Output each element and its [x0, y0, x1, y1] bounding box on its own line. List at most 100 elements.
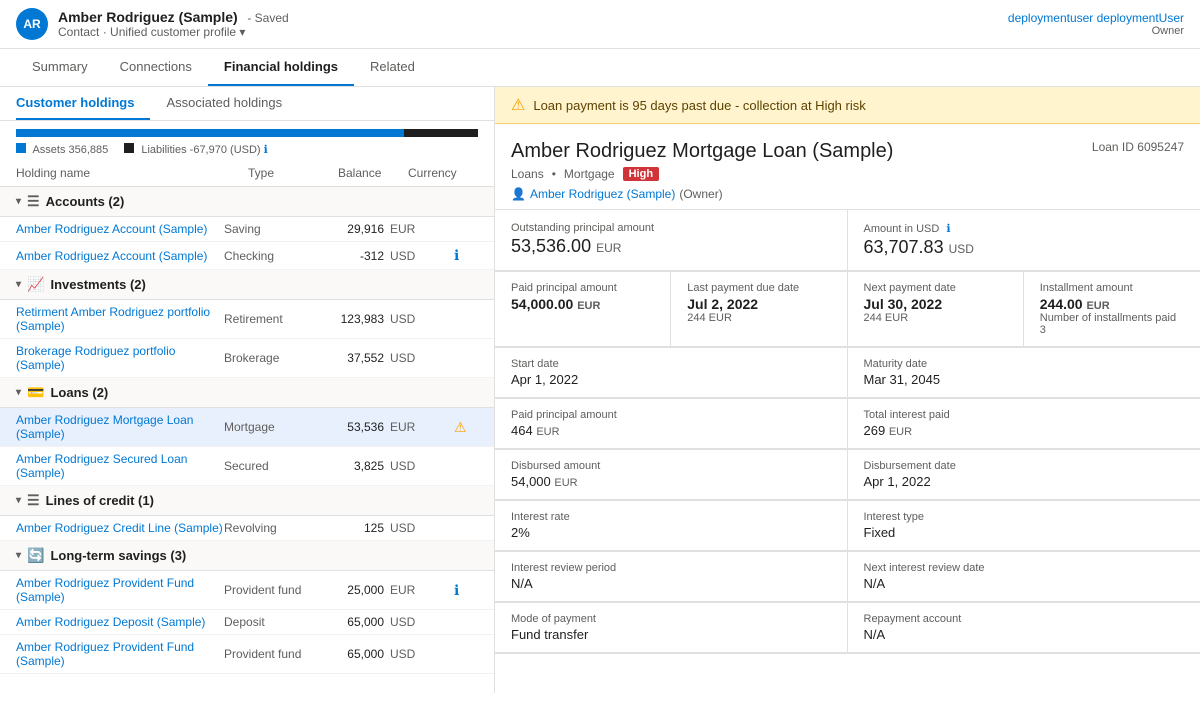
- lts-row-2[interactable]: Amber Rodriguez Deposit (Sample) Deposit…: [0, 610, 494, 635]
- outstanding-block: Outstanding principal amount 53,536.00 E…: [495, 210, 848, 271]
- tab-connections[interactable]: Connections: [104, 49, 208, 86]
- chevron-investments: ▾: [16, 279, 21, 290]
- sub-tab-associated-holdings[interactable]: Associated holdings: [166, 87, 298, 120]
- loan-row-1[interactable]: Amber Rodriguez Mortgage Loan (Sample) M…: [0, 408, 494, 447]
- account-row-1[interactable]: Amber Rodriguez Account (Sample) Saving …: [0, 217, 494, 242]
- lts-row-1[interactable]: Amber Rodriguez Provident Fund (Sample) …: [0, 571, 494, 610]
- interest-review-block: Interest review period N/A: [495, 552, 848, 602]
- chevron-lts: ▾: [16, 550, 21, 561]
- header-info: Amber Rodriguez (Sample) - Saved Contact…: [58, 9, 289, 39]
- assets-bar: [16, 129, 404, 137]
- lts-row-3[interactable]: Amber Rodriguez Provident Fund (Sample) …: [0, 635, 494, 674]
- investment-row-1[interactable]: Retirment Amber Rodriguez portfolio (Sam…: [0, 300, 494, 339]
- loans-label: Loans (2): [50, 385, 108, 400]
- liabilities-legend: Liabilities -67,970 (USD) ℹ: [124, 143, 268, 156]
- detail-interest: Interest rate 2% Interest type Fixed: [495, 501, 1200, 552]
- mode-of-payment-block: Mode of payment Fund transfer: [495, 603, 848, 653]
- next-payment-block: Next payment date Jul 30, 2022 244 EUR: [848, 272, 1024, 347]
- amount-usd-value: 63,707.83 USD: [864, 237, 1185, 258]
- last-payment-block: Last payment due date Jul 2, 2022 244 EU…: [671, 272, 847, 347]
- lts-label: Long-term savings (3): [50, 548, 186, 563]
- stats-top: Outstanding principal amount 53,536.00 E…: [495, 210, 1200, 272]
- paid-principal2-block: Paid principal amount 464 EUR: [495, 399, 848, 449]
- investments-icon: 📈: [27, 276, 44, 293]
- maturity-block: Maturity date Mar 31, 2045: [848, 348, 1200, 398]
- accounts-icon: ☰: [27, 193, 40, 210]
- loan-id: Loan ID 6095247: [1092, 140, 1184, 154]
- installment-block: Installment amount 244.00 EUR Number of …: [1024, 272, 1200, 347]
- detail-payment: Mode of payment Fund transfer Repayment …: [495, 603, 1200, 654]
- chevron-loc: ▾: [16, 495, 21, 506]
- assets-dot: [16, 143, 26, 153]
- chevron-loans: ▾: [16, 387, 21, 398]
- alert-text: Loan payment is 95 days past due - colle…: [533, 98, 865, 113]
- progress-area: Assets 356,885 Liabilities -67,970 (USD)…: [0, 121, 494, 160]
- outstanding-label: Outstanding principal amount: [511, 222, 831, 234]
- progress-legend: Assets 356,885 Liabilities -67,970 (USD)…: [16, 143, 478, 156]
- user-info: deploymentuser deploymentUser Owner: [1008, 11, 1184, 37]
- tab-financial-holdings[interactable]: Financial holdings: [208, 49, 354, 86]
- outstanding-value: 53,536.00 EUR: [511, 236, 831, 257]
- detail-dates: Start date Apr 1, 2022 Maturity date Mar…: [495, 348, 1200, 399]
- account-row-2[interactable]: Amber Rodriguez Account (Sample) Checkin…: [0, 242, 494, 270]
- header-left: AR Amber Rodriguez (Sample) - Saved Cont…: [16, 8, 289, 40]
- alert-icon: ⚠: [511, 95, 525, 115]
- loan-row-2[interactable]: Amber Rodriguez Secured Loan (Sample) Se…: [0, 447, 494, 486]
- nav-tabs: Summary Connections Financial holdings R…: [0, 49, 1200, 87]
- chevron-accounts: ▾: [16, 196, 21, 207]
- header-name-row: Amber Rodriguez (Sample) - Saved: [58, 9, 289, 25]
- col-currency: Currency: [408, 166, 478, 180]
- info-icon-lts1: ℹ: [454, 582, 478, 599]
- section-long-term-savings[interactable]: ▾ 🔄 Long-term savings (3): [0, 541, 494, 571]
- col-holding-name: Holding name: [16, 166, 248, 180]
- start-date-block: Start date Apr 1, 2022: [495, 348, 848, 398]
- investments-label: Investments (2): [50, 277, 145, 292]
- table-header: Holding name Type Balance Currency: [0, 160, 494, 187]
- info-icon-account: ℹ: [454, 247, 478, 264]
- progress-bar: [16, 129, 478, 137]
- header: AR Amber Rodriguez (Sample) - Saved Cont…: [0, 0, 1200, 49]
- assets-legend: Assets 356,885: [16, 143, 108, 156]
- next-interest-block: Next interest review date N/A: [848, 552, 1200, 602]
- loc-icon: ☰: [27, 492, 40, 509]
- tab-summary[interactable]: Summary: [16, 49, 104, 86]
- right-panel: ⚠ Loan payment is 95 days past due - col…: [495, 87, 1200, 693]
- saved-status: - Saved: [247, 11, 288, 25]
- section-lines-of-credit[interactable]: ▾ ☰ Lines of credit (1): [0, 486, 494, 516]
- sub-tabs: Customer holdings Associated holdings: [0, 87, 494, 121]
- risk-badge: High: [623, 167, 659, 181]
- tab-related[interactable]: Related: [354, 49, 431, 86]
- section-investments[interactable]: ▾ 📈 Investments (2): [0, 270, 494, 300]
- investment-row-2[interactable]: Brokerage Rodriguez portfolio (Sample) B…: [0, 339, 494, 378]
- header-subtitle: Contact · Unified customer profile ▾: [58, 25, 289, 39]
- alert-banner: ⚠ Loan payment is 95 days past due - col…: [495, 87, 1200, 124]
- section-accounts[interactable]: ▾ ☰ Accounts (2): [0, 187, 494, 217]
- disbursed-amount-block: Disbursed amount 54,000 EUR: [495, 450, 848, 500]
- loans-icon: 💳: [27, 384, 44, 401]
- customer-name: Amber Rodriguez (Sample): [58, 9, 238, 25]
- detail-meta: Loans • Mortgage High: [511, 167, 1184, 181]
- sub-tab-customer-holdings[interactable]: Customer holdings: [16, 87, 150, 120]
- person-icon: 👤: [511, 187, 526, 201]
- loc-row-1[interactable]: Amber Rodriguez Credit Line (Sample) Rev…: [0, 516, 494, 541]
- liabilities-bar: [404, 129, 478, 137]
- section-loans[interactable]: ▾ 💳 Loans (2): [0, 378, 494, 408]
- left-panel: Customer holdings Associated holdings As…: [0, 87, 495, 693]
- detail-principal: Paid principal amount 464 EUR Total inte…: [495, 399, 1200, 450]
- loc-label: Lines of credit (1): [46, 493, 154, 508]
- interest-type-block: Interest type Fixed: [848, 501, 1200, 551]
- repayment-account-block: Repayment account N/A: [848, 603, 1200, 653]
- stats-4col: Paid principal amount 54,000.00 EUR Last…: [495, 272, 1200, 348]
- loan-title: Amber Rodriguez Mortgage Loan (Sample): [511, 140, 893, 163]
- disbursement-date-block: Disbursement date Apr 1, 2022: [848, 450, 1200, 500]
- info-icon: ℹ: [264, 144, 268, 156]
- total-interest-block: Total interest paid 269 EUR: [848, 399, 1200, 449]
- paid-principal-block: Paid principal amount 54,000.00 EUR: [495, 272, 671, 347]
- amount-usd-label: Amount in USD ℹ: [864, 222, 1185, 235]
- accounts-label: Accounts (2): [46, 194, 125, 209]
- warning-icon-loan: ⚠: [454, 419, 478, 436]
- liabilities-dot: [124, 143, 134, 153]
- detail-owner: 👤 Amber Rodriguez (Sample) (Owner): [511, 187, 1184, 201]
- detail-header: Amber Rodriguez Mortgage Loan (Sample) L…: [495, 124, 1200, 210]
- amount-usd-block: Amount in USD ℹ 63,707.83 USD: [848, 210, 1200, 271]
